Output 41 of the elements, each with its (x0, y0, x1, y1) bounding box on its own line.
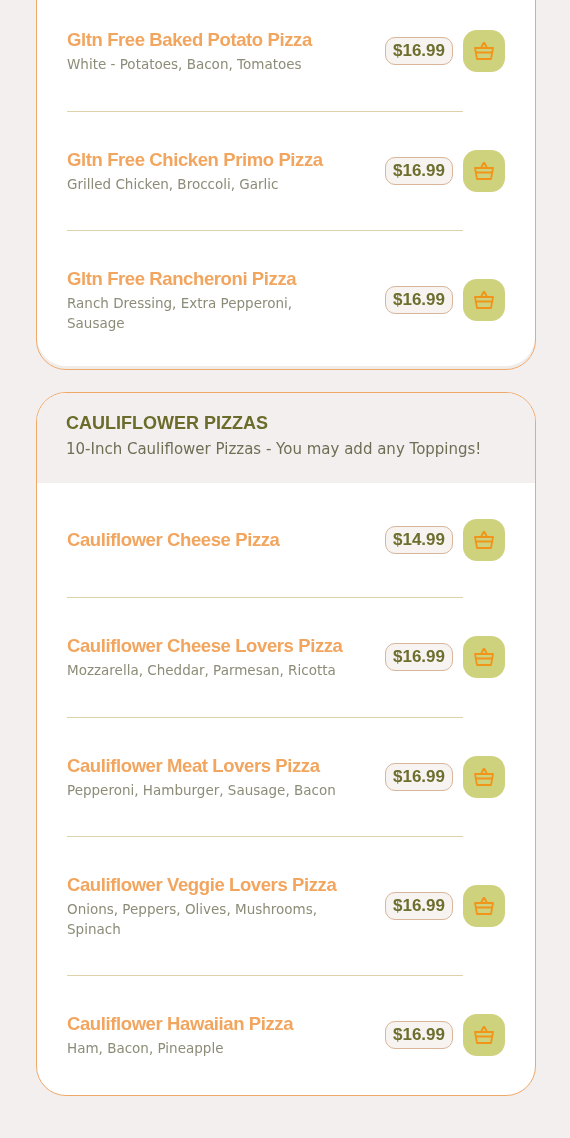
price-tag: $16.99 (385, 1021, 453, 1050)
basket-icon (473, 766, 495, 787)
item-description: White - Potatoes, Bacon, Tomatoes (67, 55, 303, 74)
basket-icon (473, 896, 495, 916)
price-tag: $16.99 (385, 156, 453, 185)
price-tag: $14.99 (385, 526, 453, 554)
add-to-cart-button[interactable] (463, 149, 505, 192)
basket-icon (473, 647, 495, 668)
price-tag: $16.99 (385, 762, 453, 791)
add-to-cart-button[interactable] (463, 885, 505, 927)
item-description: Grilled Chicken, Broccoli, Garlic (67, 174, 280, 194)
section-title: CAULIFLOWER PIZZAS (66, 412, 269, 435)
item-description: Ranch Dressing, Extra Pepperoni, Sausage (67, 294, 294, 333)
item-description: Ham, Bacon, Pineapple (67, 1039, 225, 1058)
item-name: Cauliflower Meat Lovers Pizza (67, 753, 321, 778)
item-description: Onions, Peppers, Olives, Mushrooms, Spinach (67, 900, 319, 939)
price-tag: $16.99 (385, 286, 453, 314)
basket-icon (473, 290, 495, 310)
add-to-cart-button[interactable] (463, 30, 505, 73)
item-name: Gltn Free Baked Potato Pizza (67, 28, 314, 52)
item-description: Pepperoni, Hamburger, Sausage, Bacon (67, 780, 337, 800)
add-to-cart-button[interactable] (463, 519, 505, 561)
basket-icon (473, 1025, 495, 1046)
item-name: Cauliflower Hawaiian Pizza (67, 1012, 295, 1036)
add-to-cart-button[interactable] (463, 279, 505, 321)
add-to-cart-button[interactable] (463, 636, 505, 679)
section-subtitle: 10-Inch Cauliflower Pizzas - You may add any Toppings! (66, 439, 483, 460)
basket-icon (473, 530, 495, 550)
item-name: Cauliflower Cheese Pizza (67, 528, 281, 552)
item-name: Gltn Free Rancheroni Pizza (67, 267, 298, 291)
item-name: Gltn Free Chicken Primo Pizza (67, 147, 324, 172)
basket-icon (473, 41, 495, 62)
item-name: Cauliflower Veggie Lovers Pizza (67, 873, 338, 897)
price-tag: $16.99 (385, 892, 453, 920)
price-tag: $16.99 (385, 643, 453, 672)
add-to-cart-button[interactable] (463, 1014, 505, 1057)
basket-icon (473, 160, 495, 181)
price-tag: $16.99 (385, 37, 453, 66)
item-name: Cauliflower Cheese Lovers Pizza (67, 634, 344, 658)
add-to-cart-button[interactable] (463, 755, 505, 798)
item-description: Mozzarella, Cheddar, Parmesan, Ricotta (67, 661, 337, 680)
